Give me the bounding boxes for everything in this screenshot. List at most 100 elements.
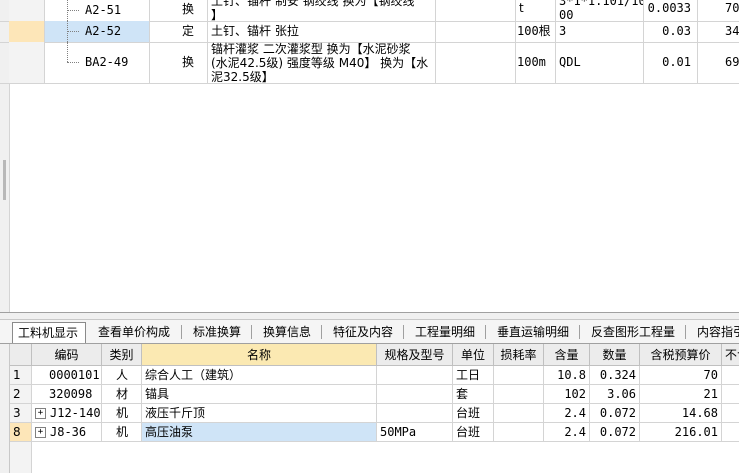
material-name: 锚具 — [142, 385, 377, 404]
material-row-selected[interactable]: 8 + J8-36 机 高压油泵 50MPa 台班 2.4 0.072 216.0… — [0, 423, 739, 442]
tree-cell: BA2-49 — [45, 42, 150, 83]
header-code[interactable]: 编码 — [32, 344, 102, 366]
scroll-grip[interactable] — [3, 160, 6, 200]
quota-coefficient: 0.01 — [644, 42, 698, 83]
tab-unit-price-breakdown[interactable]: 查看单价构成 — [93, 322, 175, 343]
tab-separator — [579, 325, 580, 339]
material-content: 102 — [544, 385, 590, 404]
row-header-strip — [10, 442, 32, 473]
material-quantity: 0.072 — [590, 404, 640, 423]
quota-row[interactable]: A2-51 换 土钉、锚杆 制安 钢绞线 换为【钢绞线】 t 3*1*1.101… — [0, 0, 739, 22]
material-row[interactable]: 3 + J12-140 机 液压千斤顶 台班 2.4 0.072 14.68 — [0, 404, 739, 423]
material-row[interactable]: 2 320098 材 锚具 套 102 3.06 21 — [0, 385, 739, 404]
material-loss — [494, 385, 544, 404]
quota-spec — [436, 21, 516, 42]
quota-expression: 3*1*1.101/10 00 — [556, 0, 644, 21]
material-price: 70 — [640, 366, 722, 385]
tab-labor-material-machine[interactable]: 工料机显示 — [12, 322, 86, 343]
header-unit[interactable]: 单位 — [453, 344, 494, 366]
tab-quantity-detail[interactable]: 工程量明细 — [410, 322, 480, 343]
header-loss-rate[interactable]: 损耗率 — [494, 344, 544, 366]
material-code: J8-36 — [50, 425, 87, 439]
material-spec: 50MPa — [377, 423, 453, 442]
header-content[interactable]: 含量 — [544, 344, 590, 366]
material-category: 材 — [102, 385, 142, 404]
material-price: 21 — [640, 385, 722, 404]
material-unit: 工日 — [453, 366, 494, 385]
tab-separator — [685, 325, 686, 339]
quota-coefficient: 0.03 — [644, 21, 698, 42]
material-loss — [494, 423, 544, 442]
material-price: 216.01 — [640, 423, 722, 442]
quota-row-selected[interactable]: A2-52 ··· 定 土钉、锚杆 张拉 100根 3 0.03 342 — [0, 21, 739, 43]
material-unit: 套 — [453, 385, 494, 404]
material-category: 人 — [102, 366, 142, 385]
row-indicator — [9, 0, 45, 21]
tab-conversion-info[interactable]: 换算信息 — [258, 322, 316, 343]
material-content: 2.4 — [544, 404, 590, 423]
row-indicator — [9, 42, 45, 83]
header-quantity[interactable]: 数量 — [590, 344, 640, 366]
tab-separator — [181, 325, 182, 339]
row-number: 2 — [10, 385, 32, 404]
expand-plus-icon[interactable]: + — [35, 408, 46, 419]
tab-standard-conversion[interactable]: 标准换算 — [188, 322, 246, 343]
tab-content-guide[interactable]: 内容指引 — [692, 322, 739, 343]
material-price: 14.68 — [640, 404, 722, 423]
row-number: 8 — [10, 423, 32, 442]
material-name[interactable]: 高压油泵 — [142, 423, 377, 442]
quota-code: A2-52 — [85, 24, 122, 38]
material-content: 2.4 — [544, 423, 590, 442]
material-quantity: 0.324 — [590, 366, 640, 385]
tree-line — [67, 31, 79, 32]
materials-grid: 编码 类别 名称 规格及型号 单位 损耗率 含量 数量 含税预算价 不含 1 0… — [0, 344, 739, 473]
quota-type: 换 — [150, 42, 208, 83]
material-content: 10.8 — [544, 366, 590, 385]
material-unit: 台班 — [453, 404, 494, 423]
tree-line — [67, 62, 79, 63]
material-spec — [377, 404, 453, 423]
header-spec-model[interactable]: 规格及型号 — [377, 344, 453, 366]
pane-splitter[interactable] — [0, 312, 739, 320]
quota-name: 锚杆灌浆 二次灌浆型 换为【水泥砂浆 (水泥42.5级) 强度等级 M40】 换为… — [208, 42, 436, 83]
quota-spec — [436, 42, 516, 83]
quota-expression: 3 — [556, 21, 644, 42]
tree-cell[interactable]: A2-52 ··· — [45, 21, 150, 42]
row-number: 3 — [10, 404, 32, 423]
quota-type: 换 — [150, 0, 208, 21]
material-loss — [494, 404, 544, 423]
expand-plus-icon[interactable]: + — [35, 427, 46, 438]
material-row[interactable]: 1 0000101 人 综合人工（建筑） 工日 10.8 0.324 70 — [0, 366, 739, 385]
material-spec — [377, 385, 453, 404]
header-name[interactable]: 名称 — [142, 344, 377, 366]
material-code-cell: + J12-140 — [32, 404, 102, 423]
material-price-excl — [722, 366, 739, 385]
material-price-excl — [722, 423, 739, 442]
tree-cell: A2-51 — [45, 0, 150, 21]
material-category: 机 — [102, 404, 142, 423]
quota-name: 土钉、锚杆 张拉 — [208, 21, 436, 42]
material-spec — [377, 366, 453, 385]
material-loss — [494, 366, 544, 385]
header-tax-excl-price[interactable]: 不含 — [722, 344, 739, 366]
grid-left-edge — [0, 344, 10, 473]
material-unit: 台班 — [453, 423, 494, 442]
header-row-number — [10, 344, 32, 366]
header-tax-incl-price[interactable]: 含税预算价 — [640, 344, 722, 366]
quota-price: 690 — [725, 55, 739, 69]
tab-separator — [321, 325, 322, 339]
material-code-cell: + J8-36 — [32, 423, 102, 442]
quota-row[interactable]: BA2-49 换 锚杆灌浆 二次灌浆型 换为【水泥砂浆 (水泥42.5级) 强度等… — [0, 42, 739, 84]
material-name: 综合人工（建筑） — [142, 366, 377, 385]
quota-grid: A2-51 换 土钉、锚杆 制安 钢绞线 换为【钢绞线】 t 3*1*1.101… — [0, 0, 739, 312]
quota-unit: 100m — [516, 42, 556, 83]
quota-name: 土钉、锚杆 制安 钢绞线 换为【钢绞线】 — [208, 0, 436, 21]
quota-code: BA2-49 — [85, 55, 129, 69]
header-category[interactable]: 类别 — [102, 344, 142, 366]
material-code: 0000101 — [32, 366, 102, 385]
tab-features-content[interactable]: 特征及内容 — [328, 322, 398, 343]
material-category: 机 — [102, 423, 142, 442]
tab-vertical-transport[interactable]: 垂直运输明细 — [492, 322, 574, 343]
tab-separator — [403, 325, 404, 339]
tab-reverse-graphic-quantity[interactable]: 反查图形工程量 — [586, 322, 680, 343]
